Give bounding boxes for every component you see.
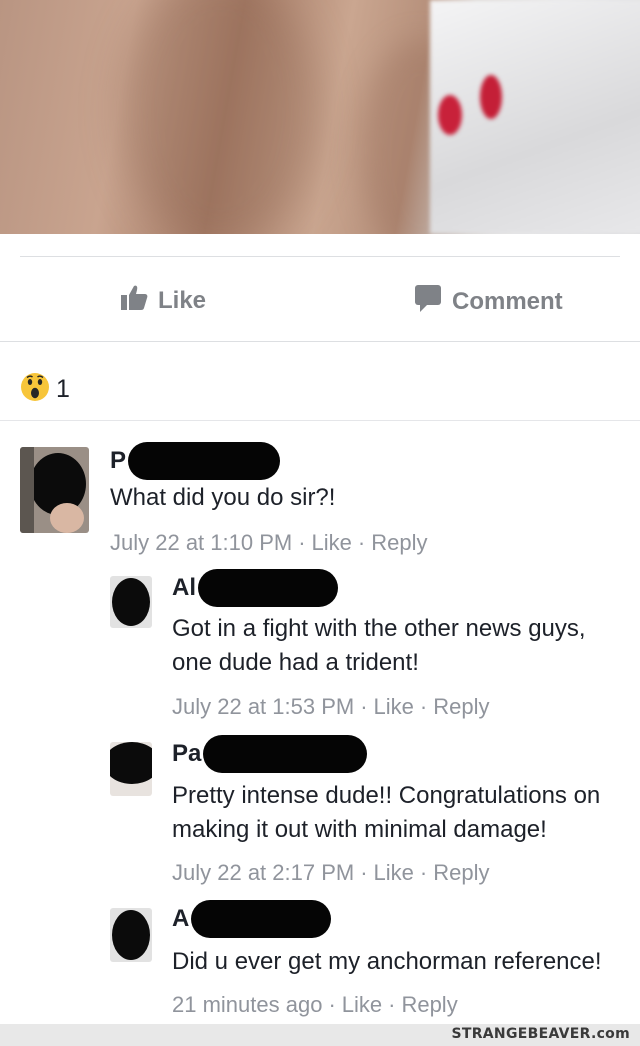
name-redaction xyxy=(128,442,281,480)
comment-text: Did u ever get my anchorman reference! xyxy=(172,948,602,975)
name-redaction xyxy=(198,569,338,607)
comment-meta: July 22 at 1:53 PM · Like · Reply xyxy=(172,694,490,719)
comment-text: What did you do sir?! xyxy=(110,484,336,511)
thumbs-up-icon xyxy=(120,283,148,318)
comment-button-label: Comment xyxy=(452,287,563,315)
comment-time[interactable]: 21 minutes ago xyxy=(172,992,322,1017)
comment-like-link[interactable]: Like xyxy=(374,860,414,885)
like-button-label: Like xyxy=(158,286,207,314)
avatar[interactable] xyxy=(20,447,89,533)
name-redaction xyxy=(203,735,368,773)
comment-meta: July 22 at 1:10 PM · Like · Reply xyxy=(110,530,428,555)
avatar[interactable] xyxy=(110,576,152,628)
post-photo[interactable] xyxy=(0,0,640,234)
speech-bubble-icon xyxy=(414,283,442,320)
comment-time[interactable]: July 22 at 2:17 PM xyxy=(172,860,354,885)
comment-meta: 21 minutes ago · Like · Reply xyxy=(172,992,458,1017)
avatar[interactable] xyxy=(110,742,152,796)
comment-time[interactable]: July 22 at 1:53 PM xyxy=(172,694,354,719)
photo-blood-stain xyxy=(480,75,502,119)
divider xyxy=(0,420,640,421)
photo-shade xyxy=(120,0,320,234)
wow-reaction-icon xyxy=(20,372,50,407)
watermark: STRANGEBEAVER.com xyxy=(451,1026,630,1042)
comment-reply-link[interactable]: Reply xyxy=(433,694,489,719)
divider xyxy=(0,341,640,342)
reaction-summary[interactable]: 1 xyxy=(20,372,70,407)
avatar[interactable] xyxy=(110,908,152,962)
commenter-name[interactable]: Pa xyxy=(172,740,201,768)
name-redaction xyxy=(191,900,332,938)
commenter-name[interactable]: A xyxy=(172,905,189,933)
reaction-count: 1 xyxy=(56,375,70,403)
comment-time[interactable]: July 22 at 1:10 PM xyxy=(110,530,292,555)
comment-like-link[interactable]: Like xyxy=(312,530,352,555)
commenter-name[interactable]: P xyxy=(110,447,126,475)
comment-like-link[interactable]: Like xyxy=(342,992,382,1017)
watermark-bar: STRANGEBEAVER.com xyxy=(0,1024,640,1046)
comment-like-link[interactable]: Like xyxy=(374,694,414,719)
comment-reply-link[interactable]: Reply xyxy=(401,992,457,1017)
comment-reply-link[interactable]: Reply xyxy=(371,530,427,555)
comment-reply-link[interactable]: Reply xyxy=(433,860,489,885)
comment-text: Pretty intense dude!! Congratulations on… xyxy=(172,782,601,843)
comment-button[interactable]: Comment xyxy=(414,283,640,320)
comment-meta: July 22 at 2:17 PM · Like · Reply xyxy=(172,860,490,885)
commenter-name[interactable]: Al xyxy=(172,574,196,602)
photo-blood-stain xyxy=(438,95,462,135)
like-button[interactable]: Like xyxy=(120,283,206,318)
comment-text: Got in a fight with the other news guys,… xyxy=(172,615,586,676)
post-action-bar: Like Comment xyxy=(0,257,640,341)
